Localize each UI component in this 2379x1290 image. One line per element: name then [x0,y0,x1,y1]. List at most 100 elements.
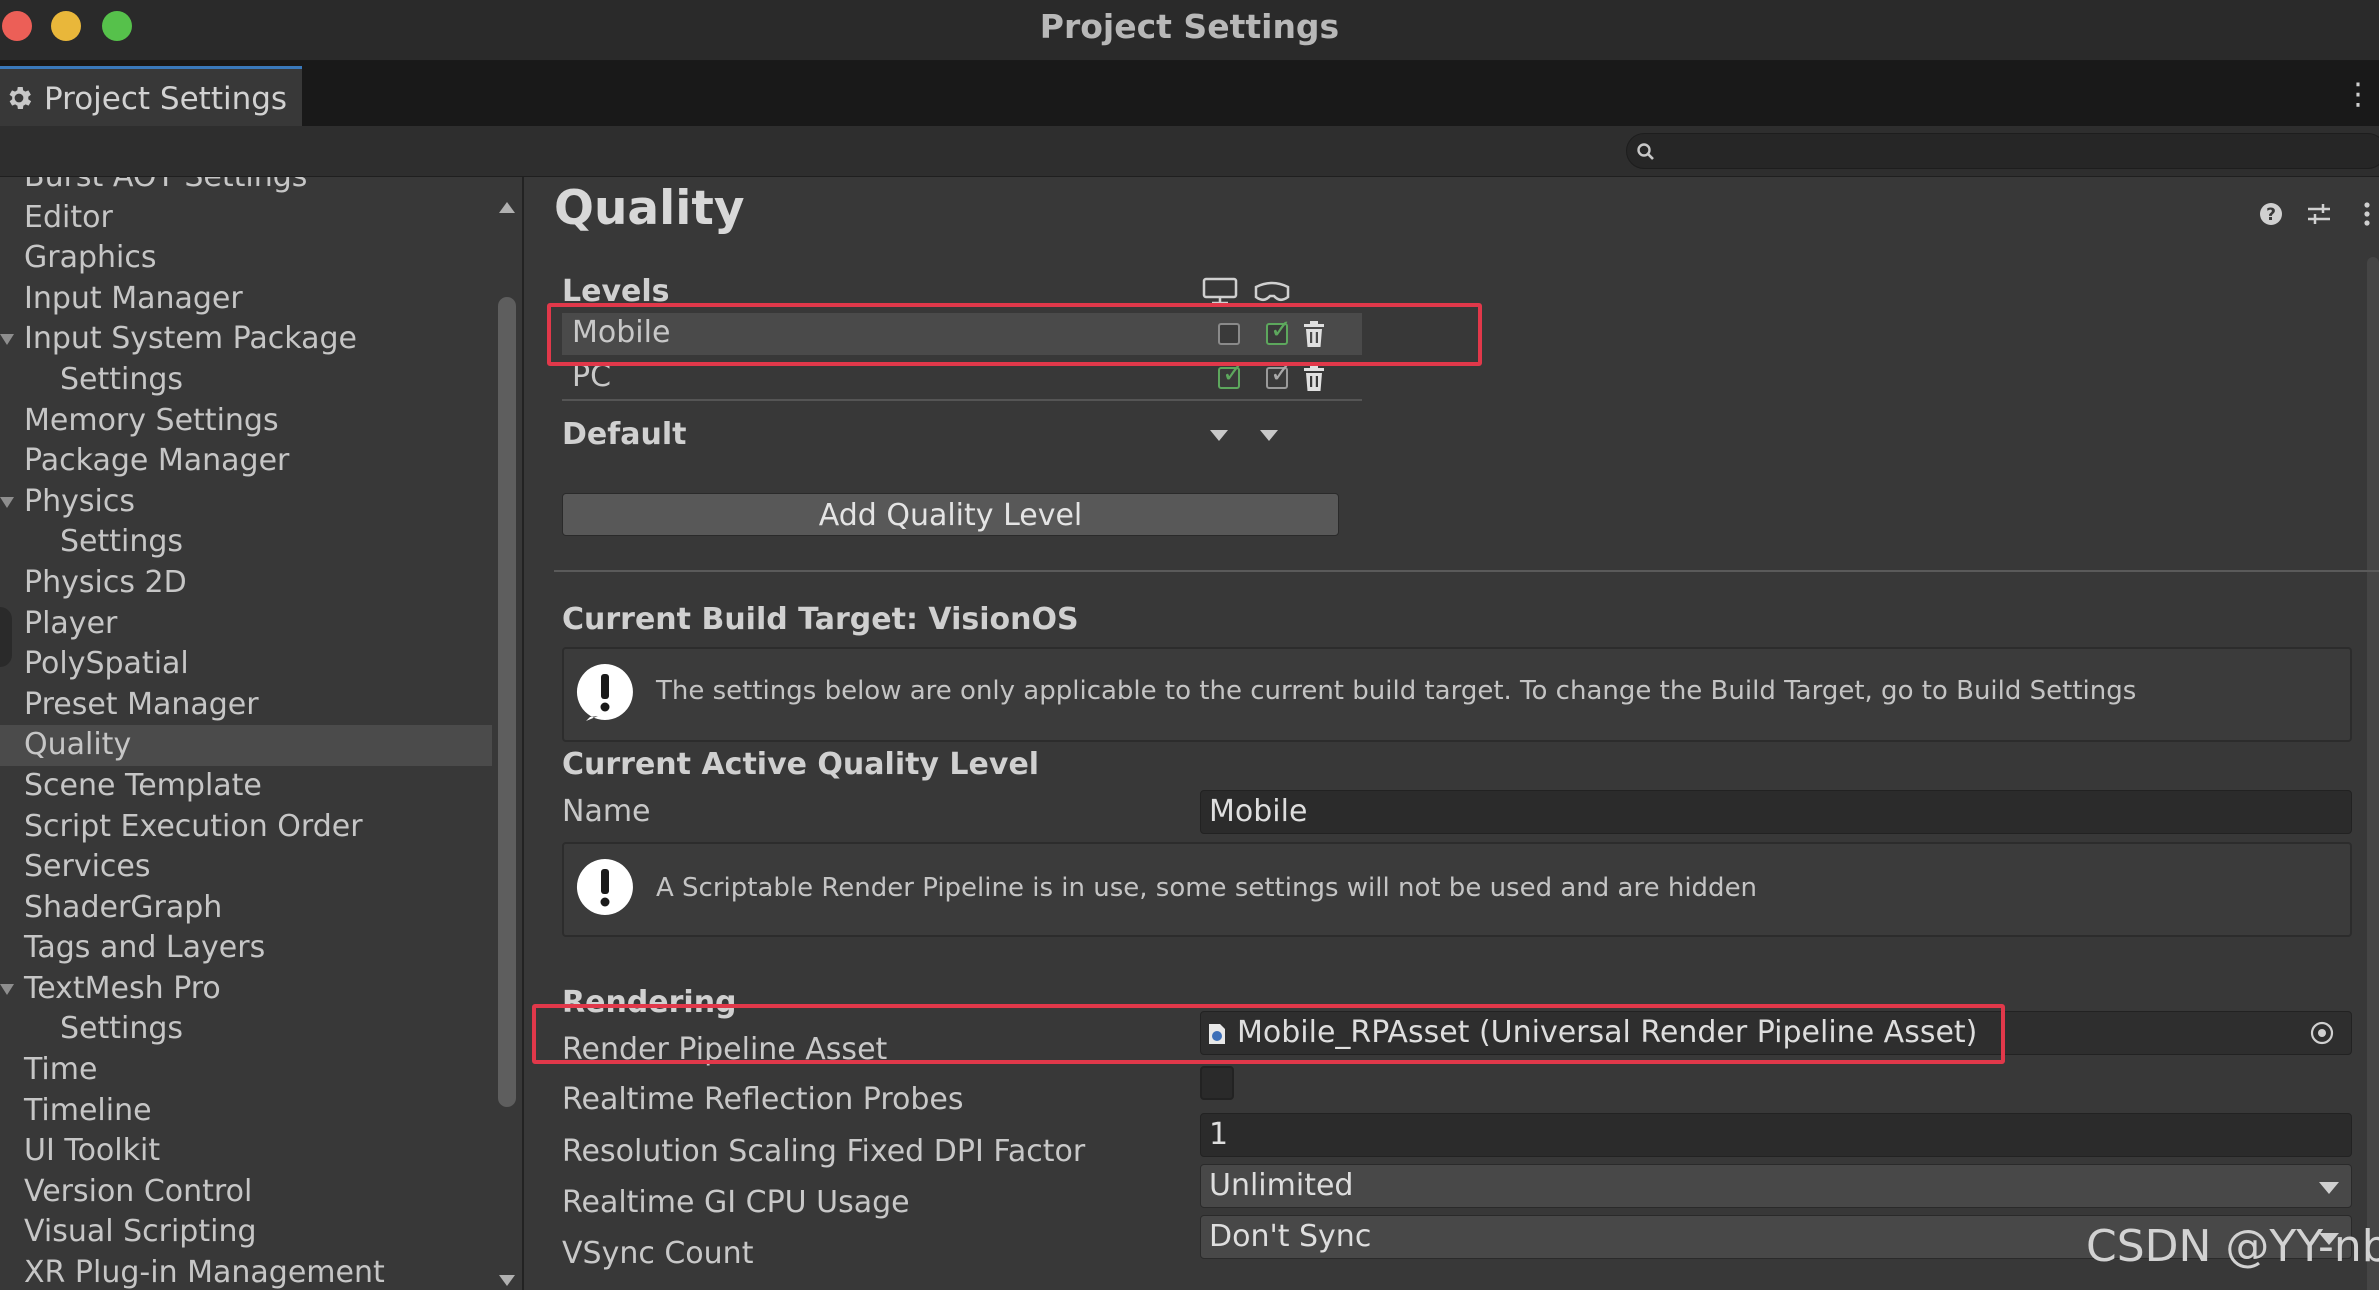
default-label: Default [562,417,687,452]
dpi-factor-field[interactable]: 1 [1200,1113,2352,1157]
add-quality-level-button[interactable]: Add Quality Level [562,493,1339,536]
fold-arrow-icon[interactable] [0,983,14,995]
vsync-count-label: VSync Count [562,1236,754,1271]
gi-cpu-usage-value: Unlimited [1209,1168,1354,1203]
standalone-enabled-checkbox[interactable] [1218,323,1240,345]
scrollbar-thumb[interactable] [498,297,516,1107]
sidebar-item-label: Time [24,1052,98,1088]
rendering-heading: Rendering [562,985,737,1020]
sidebar-scrollbar[interactable] [492,177,522,1290]
sidebar-item-label: Script Execution Order [24,808,363,844]
delete-level-icon[interactable] [1302,364,1326,392]
sidebar-item-label: Timeline [24,1092,152,1128]
more-options-icon[interactable] [2361,199,2373,229]
quality-settings-panel: Quality ? Levels Mobile ✓ PC ✓ ✓ Default… [524,177,2379,1290]
sidebar-item-label: Settings [60,361,184,397]
sidebar-item-ui-toolkit[interactable]: UI Toolkit [0,1131,492,1172]
default-standalone-dropdown-icon[interactable] [1210,430,1228,441]
sidebar-item-version-control[interactable]: Version Control [0,1172,492,1213]
scroll-up-arrow-icon[interactable] [499,202,515,213]
sidebar-item-physics-settings[interactable]: Settings [0,522,492,563]
sidebar-item-graphics[interactable]: Graphics [0,238,492,279]
sidebar-item-timeline[interactable]: Timeline [0,1091,492,1132]
quality-level-row-pc[interactable]: PC ✓ ✓ [562,357,1362,401]
quality-level-row-mobile[interactable]: Mobile ✓ [562,313,1362,355]
standalone-enabled-checkbox[interactable]: ✓ [1218,359,1244,389]
default-visionos-dropdown-icon[interactable] [1260,430,1278,441]
sidebar-item-label: Preset Manager [24,686,259,722]
tab-label: Project Settings [44,81,288,117]
fold-arrow-icon[interactable] [0,334,14,346]
sidebar-item-label: TextMesh Pro [24,970,221,1006]
sidebar-item-package-manager[interactable]: Package Manager [0,441,492,482]
sidebar-item-input-system-package[interactable]: Input System Package [0,319,492,360]
main-scrollbar[interactable] [2367,257,2379,1290]
sidebar-item-label: Settings [60,524,184,560]
search-input[interactable] [1626,133,2379,169]
presets-icon[interactable] [2304,199,2334,229]
scroll-down-arrow-icon[interactable] [499,1275,515,1286]
sidebar-item-label: Physics [24,483,135,519]
level-name: PC [572,359,612,394]
levels-heading: Levels [562,274,670,309]
sidebar-item-script-execution-order[interactable]: Script Execution Order [0,807,492,848]
sidebar-item-memory-settings[interactable]: Memory Settings [0,401,492,442]
sidebar-item-label: PolySpatial [24,646,189,682]
sidebar-item-label: Editor [24,199,113,235]
sidebar-item-textmesh-pro[interactable]: TextMesh Pro [0,969,492,1010]
vsync-count-value: Don't Sync [1209,1219,1372,1254]
title-bar: Project Settings [0,0,2379,61]
sidebar-item-label: Scene Template [24,767,262,803]
object-picker-icon[interactable] [2309,1020,2335,1046]
render-pipeline-asset-value: Mobile_RPAsset (Universal Render Pipelin… [1237,1015,1978,1050]
level-name: Mobile [572,315,671,350]
tab-project-settings[interactable]: Project Settings [0,66,302,126]
sidebar-item-xr-plugin-management[interactable]: XR Plug-in Management [0,1253,492,1290]
sidebar-item-player[interactable]: Player [0,604,492,645]
sidebar-item-physics-2d[interactable]: Physics 2D [0,563,492,604]
fold-arrow-icon[interactable] [0,496,14,508]
srp-message: A Scriptable Render Pipeline is in use, … [656,873,1758,903]
help-icon[interactable]: ? [2256,199,2286,229]
headset-icon [1254,281,1290,301]
sidebar-item-editor[interactable]: Editor [0,198,492,239]
visionos-enabled-checkbox[interactable]: ✓ [1266,315,1292,345]
sidebar-item-label: XR Plug-in Management [24,1255,385,1290]
sidebar-item-shadergraph[interactable]: ShaderGraph [0,888,492,929]
splitter-handle[interactable] [0,607,12,667]
sidebar-item-textmesh-pro-settings[interactable]: Settings [0,1009,492,1050]
sidebar-item-input-system-settings[interactable]: Settings [0,360,492,401]
sidebar-item-label: Quality [24,727,132,763]
sidebar-item-services[interactable]: Services [0,847,492,888]
sidebar-item-quality[interactable]: Quality [0,725,492,766]
active-level-heading: Current Active Quality Level [562,747,1040,782]
sidebar-item-burst-aot-settings[interactable]: Burst AOT Settings [0,177,492,198]
sidebar-item-time[interactable]: Time [0,1050,492,1091]
sidebar-item-visual-scripting[interactable]: Visual Scripting [0,1212,492,1253]
chevron-down-icon [2319,1182,2339,1194]
sidebar-item-label: Version Control [24,1173,253,1209]
sidebar-item-label: Visual Scripting [24,1214,257,1250]
reflection-probes-label: Realtime Reflection Probes [562,1082,964,1117]
name-field[interactable]: Mobile [1200,790,2352,834]
sidebar-item-preset-manager[interactable]: Preset Manager [0,685,492,726]
sidebar-item-physics[interactable]: Physics [0,482,492,523]
window-menu-icon[interactable]: ⋮ [2343,77,2373,113]
reflection-probes-checkbox[interactable] [1200,1066,1234,1100]
gi-cpu-usage-dropdown[interactable]: Unlimited [1200,1164,2352,1208]
sidebar-item-label: Input Manager [24,280,243,316]
render-pipeline-label: Render Pipeline Asset [562,1032,888,1067]
sidebar-item-input-manager[interactable]: Input Manager [0,279,492,320]
sidebar-item-label: Package Manager [24,443,290,479]
sidebar-item-tags-and-layers[interactable]: Tags and Layers [0,928,492,969]
render-pipeline-asset-field[interactable]: Mobile_RPAsset (Universal Render Pipelin… [1200,1011,2352,1055]
delete-level-icon[interactable] [1302,320,1326,348]
sidebar-item-label: Tags and Layers [24,930,266,966]
sidebar-item-polyspatial[interactable]: PolySpatial [0,644,492,685]
tab-strip: Project Settings ⋮ [0,61,2379,126]
settings-sidebar: Burst AOT Settings Editor Graphics Input… [0,177,524,1290]
toolbar [0,126,2379,177]
visionos-enabled-checkbox[interactable]: ✓ [1266,359,1292,389]
sidebar-item-label: Graphics [24,240,157,276]
sidebar-item-scene-template[interactable]: Scene Template [0,766,492,807]
